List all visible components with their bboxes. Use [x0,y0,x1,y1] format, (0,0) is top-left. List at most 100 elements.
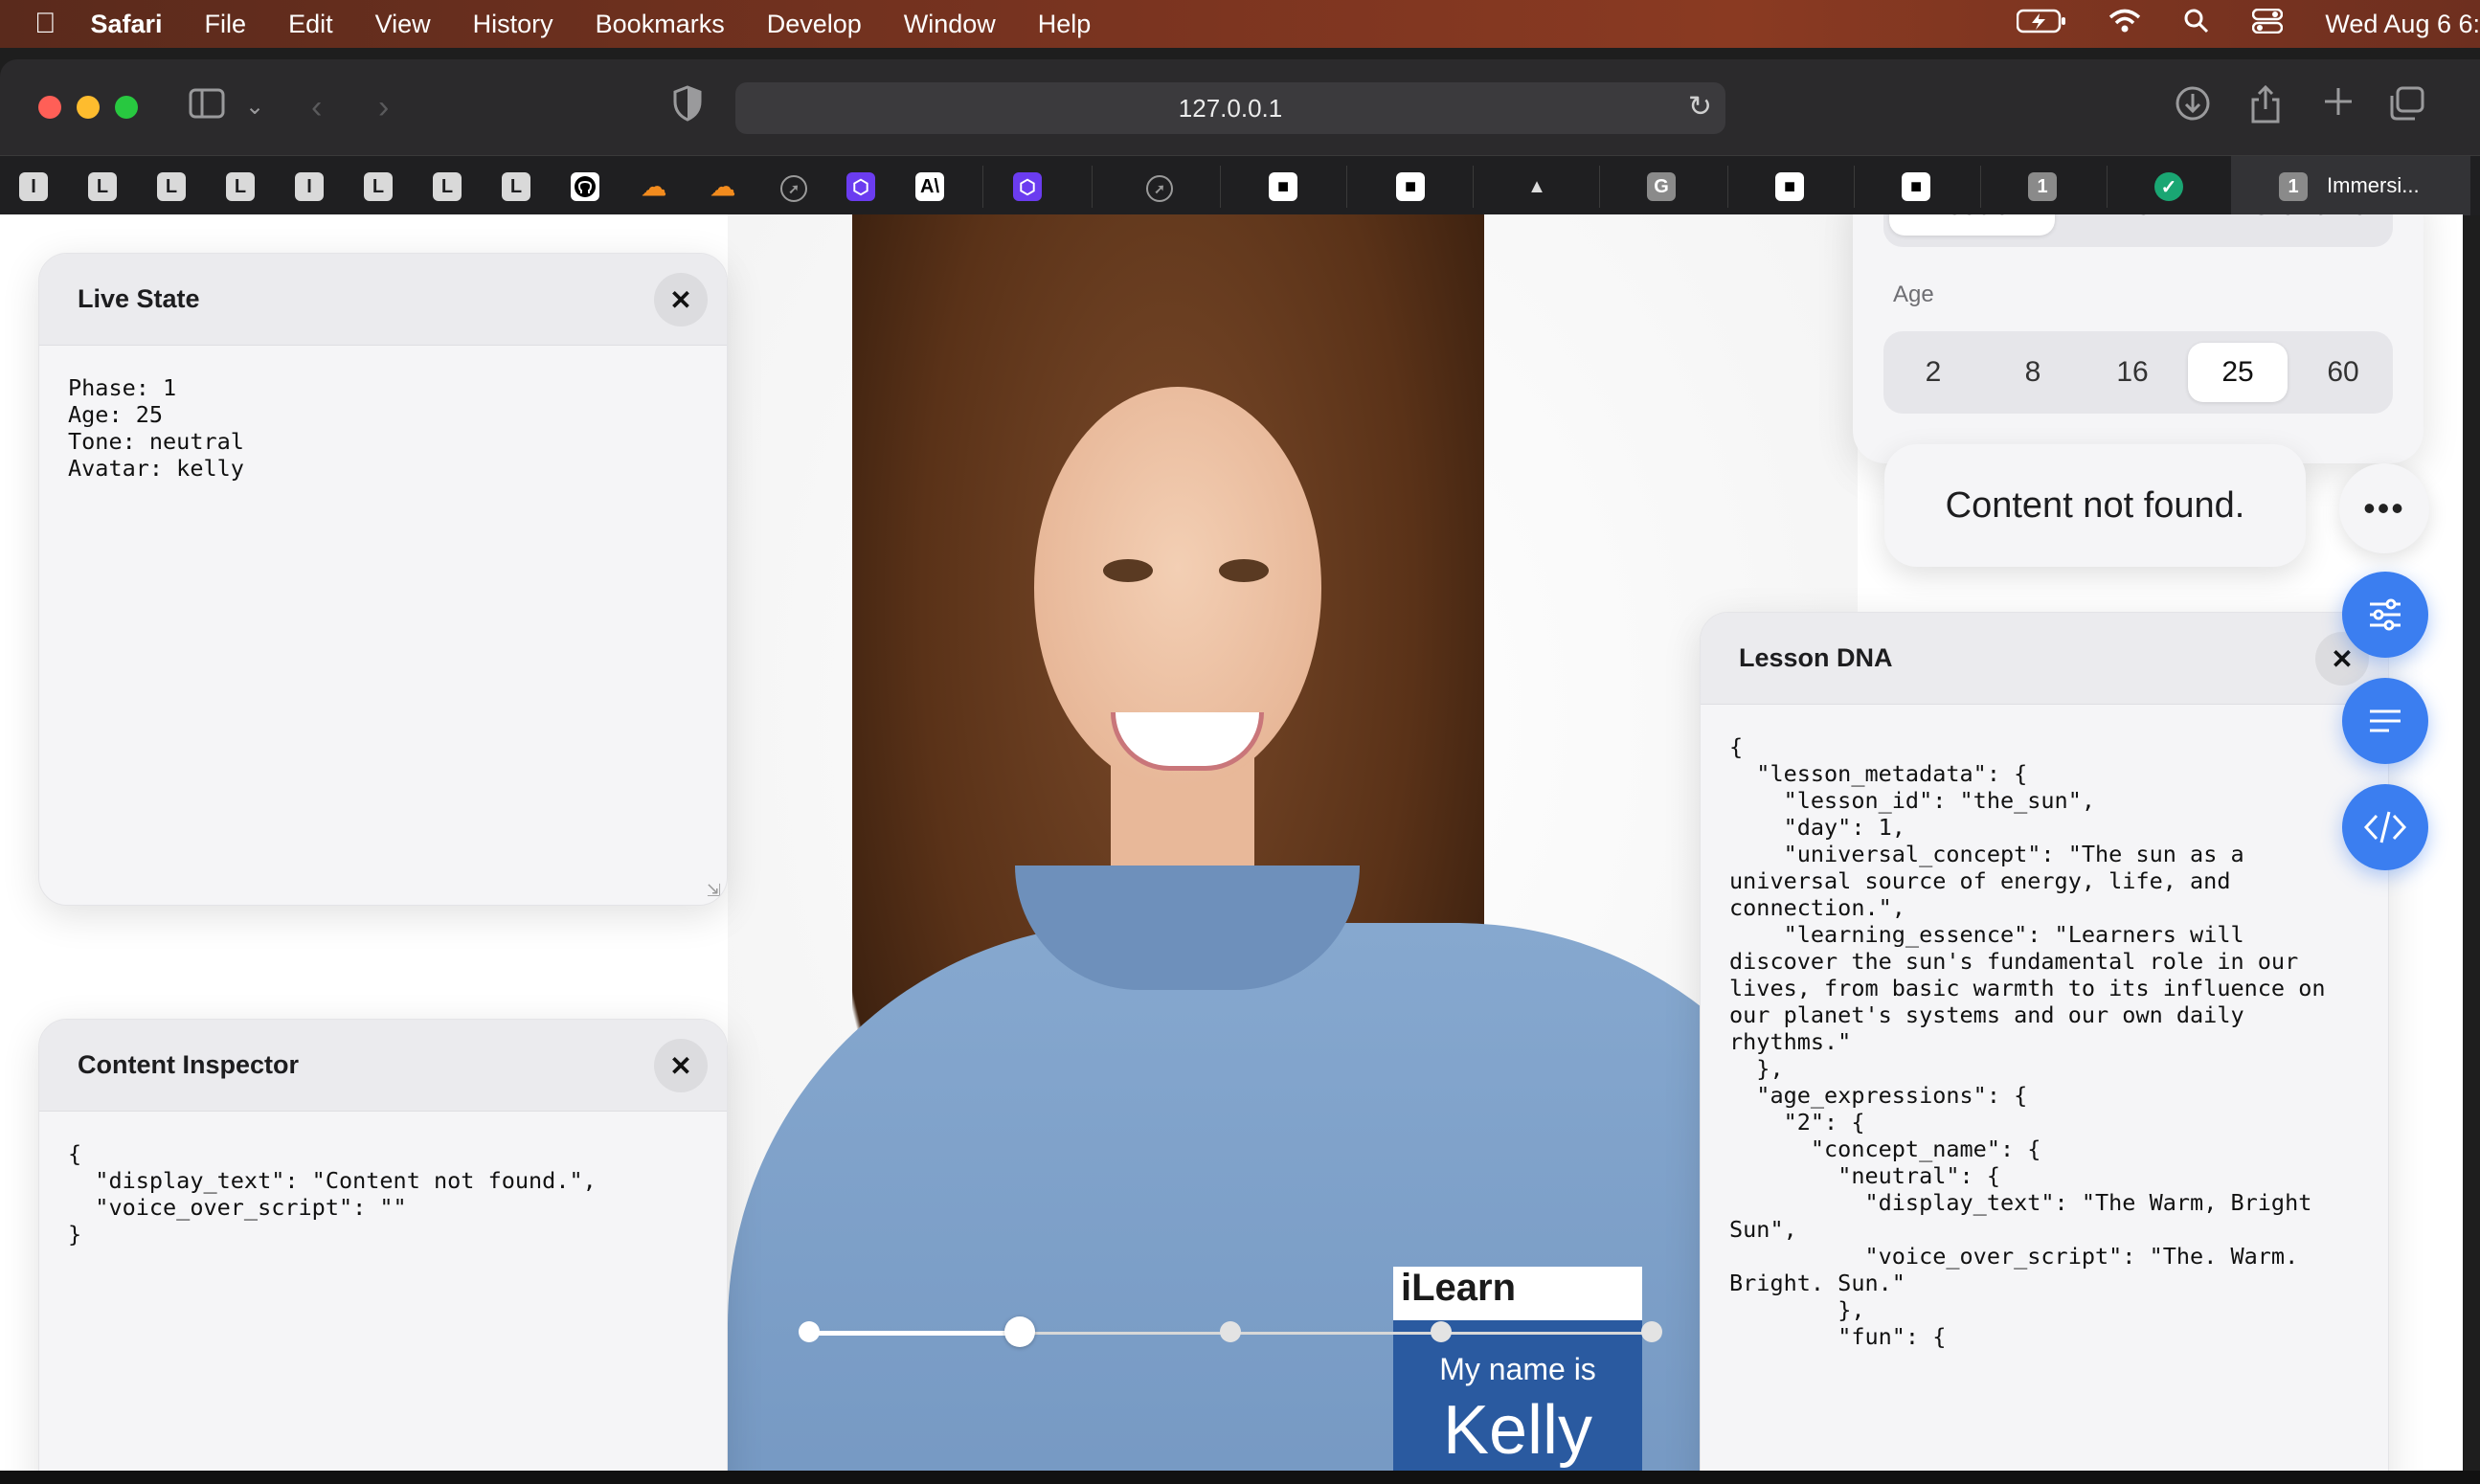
feather-icon[interactable]: ✓ [2154,172,2183,201]
menu-clock[interactable]: Wed Aug 6 6: [2325,10,2480,39]
age-option-16[interactable]: 16 [2083,337,2182,408]
tab-favicon-4[interactable]: L [226,172,255,201]
close-icon[interactable]: ✕ [654,273,708,326]
tab-count[interactable]: 1 [2028,172,2057,201]
tab-favicon-5[interactable]: I [295,172,324,201]
text-lines-icon [2370,709,2401,732]
cube-icon-2[interactable]: ⬡ [1013,172,1042,201]
age-option-2[interactable]: 2 [1883,337,1983,408]
box-icon-4[interactable]: ■ [1775,172,1804,201]
menu-develop[interactable]: Develop [767,10,862,39]
menu-history[interactable]: History [473,10,553,39]
cloud-icon-2[interactable]: ☁ [709,172,737,201]
menu-edit[interactable]: Edit [288,10,333,39]
menu-app[interactable]: Safari [91,10,163,39]
compass-icon[interactable]: ➚ [780,175,807,202]
tone-selector: Neutral Fun Grandma [1883,214,2393,247]
battery-icon[interactable] [2017,9,2066,40]
tab-overview-icon[interactable] [2388,84,2426,135]
code-fab[interactable] [2342,784,2428,870]
tab-divider [1473,166,1474,208]
progress-step-2[interactable] [1004,1316,1035,1347]
sidebar-icon[interactable] [188,84,226,135]
resize-handle[interactable]: ⇲ [707,881,721,901]
tab-favicon-8[interactable]: L [502,172,530,201]
chevron-down-icon[interactable]: ⌄ [245,84,264,130]
tab-favicon-3[interactable]: L [157,172,186,201]
content-inspector-panel: Content Inspector ✕ { "display_text": "C… [38,1019,728,1471]
age-option-60[interactable]: 60 [2293,337,2393,408]
progress-step-4[interactable] [1431,1321,1452,1342]
share-icon[interactable] [2248,84,2283,137]
tone-option-neutral[interactable]: Neutral [1889,214,2056,236]
wifi-icon[interactable] [2108,9,2141,40]
box-icon-3[interactable]: ▲ [1522,172,1551,201]
more-icon: ••• [2363,488,2405,528]
tab-divider [982,166,983,208]
settings-card: Neutral Fun Grandma Age 2 8 16 25 60 [1853,214,2424,463]
control-center-icon[interactable] [2252,8,2284,40]
cube-icon[interactable]: ⬡ [846,172,875,201]
avatar-eye-right [1219,559,1269,582]
tab-divider [1220,166,1221,208]
address-bar[interactable]: 127.0.0.1 ↻ [735,82,1725,134]
content-inspector-body: { "display_text": "Content not found.", … [68,1140,597,1248]
tab-g[interactable]: G [1647,172,1676,201]
close-icon[interactable]: ✕ [654,1039,708,1092]
menu-file[interactable]: File [205,10,247,39]
tone-option-fun[interactable]: Fun [2061,214,2226,241]
avatar-image: iLearn My name is Kelly [728,214,1858,1471]
box-icon[interactable]: ■ [1269,172,1297,201]
reload-icon[interactable]: ↻ [1688,90,1712,124]
minimize-window-button[interactable] [77,96,100,119]
progress-step-3[interactable] [1220,1321,1241,1342]
more-button[interactable]: ••• [2339,463,2429,553]
back-icon[interactable]: ‹ [311,84,322,130]
new-tab-icon[interactable] [2321,84,2356,131]
forward-icon[interactable]: › [378,84,389,130]
menu-bookmarks[interactable]: Bookmarks [596,10,725,39]
cloud-icon[interactable]: ☁ [640,172,668,201]
zoom-window-button[interactable] [115,96,138,119]
text-fab[interactable] [2342,678,2428,764]
age-option-25[interactable]: 25 [2188,343,2288,402]
progress-step-1[interactable] [799,1321,820,1342]
spotlight-icon[interactable] [2183,8,2210,41]
tone-option-grandma[interactable]: Grandma [2227,214,2393,241]
box-icon-2[interactable]: ■ [1396,172,1425,201]
code-icon [2363,811,2407,843]
downloads-icon[interactable] [2174,84,2212,135]
box-icon-5[interactable]: ■ [1902,172,1930,201]
tab-divider [2107,166,2108,208]
tab-divider [1092,166,1093,208]
content-display-text: Content not found. [1945,484,2245,526]
tab-strip: I L L L I L L L ☁ ☁ ➚ ⬡ A\ ⬡ ➚ ■ ■ ▲ G ■… [0,155,2480,215]
menu-window[interactable]: Window [904,10,996,39]
tab-divider [1346,166,1347,208]
age-option-8[interactable]: 8 [1983,337,2083,408]
anthropic-icon[interactable]: A\ [915,172,944,201]
menu-help[interactable]: Help [1038,10,1092,39]
name-tag-line: My name is [1439,1352,1596,1386]
tab-favicon-2[interactable]: L [88,172,117,201]
tab-favicon-6[interactable]: L [364,172,393,201]
github-icon[interactable] [571,172,599,201]
tab-favicon-1[interactable]: I [19,172,48,201]
compass-icon-2[interactable]: ➚ [1146,175,1173,202]
tab-divider [1727,166,1728,208]
tab-active[interactable]: 1 Immersi... [2231,156,2470,215]
tab-active-label: Immersi... [2327,173,2420,197]
name-tag-name: Kelly [1442,1392,1593,1469]
page-content: iLearn My name is Kelly Live State ✕ Pha… [0,214,2463,1471]
menu-view[interactable]: View [375,10,431,39]
shield-icon[interactable] [672,84,703,135]
progress-step-5[interactable] [1641,1321,1662,1342]
tab-divider [1854,166,1855,208]
apple-icon[interactable]:  [34,8,56,40]
live-state-panel: Live State ✕ Phase: 1 Age: 25 Tone: neut… [38,253,728,906]
name-tag: iLearn My name is Kelly [1393,1267,1642,1471]
progress-fill [809,1331,1020,1336]
settings-fab[interactable] [2342,572,2428,658]
tab-favicon-7[interactable]: L [433,172,462,201]
close-window-button[interactable] [38,96,61,119]
